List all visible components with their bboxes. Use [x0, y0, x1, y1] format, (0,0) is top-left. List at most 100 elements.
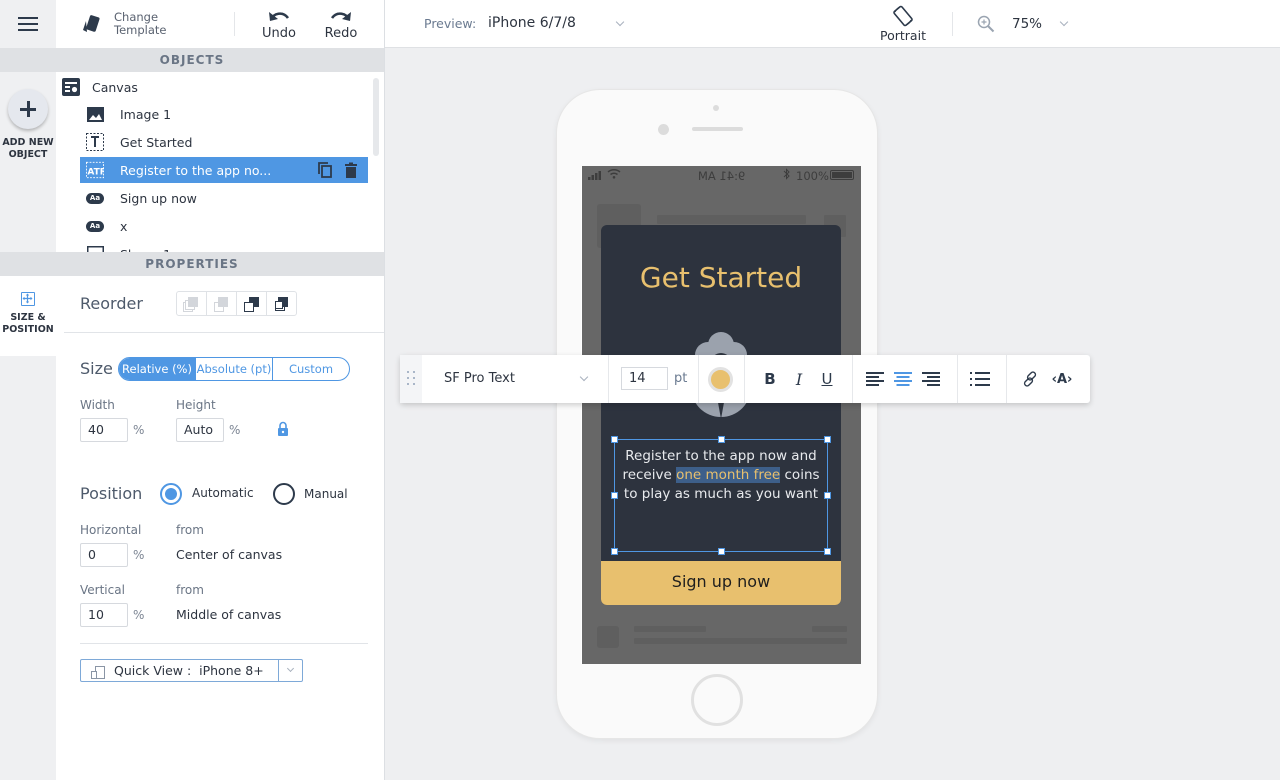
- font-family-select[interactable]: SF Pro Text: [422, 355, 608, 403]
- status-time: 9:41 AM: [698, 169, 746, 183]
- size-mode-relative[interactable]: Relative (%): [119, 358, 196, 380]
- horizontal-input[interactable]: 0: [80, 543, 128, 567]
- toolbar-divider: [698, 355, 699, 403]
- canvas-icon: [62, 78, 80, 96]
- object-item-get-started[interactable]: Get Started: [80, 129, 368, 155]
- font-size-input[interactable]: 14: [621, 367, 668, 390]
- object-label: x: [120, 218, 128, 234]
- object-item-image[interactable]: Image 1: [80, 101, 368, 127]
- preview-device-select[interactable]: iPhone 6/7/8: [488, 11, 628, 37]
- text-color-swatch[interactable]: [708, 367, 733, 392]
- height-input[interactable]: Auto: [176, 418, 224, 442]
- height-unit: %: [229, 423, 241, 437]
- resize-handle-ne[interactable]: [824, 436, 831, 443]
- chevron-down-icon: [579, 372, 589, 382]
- quick-view-select[interactable]: Quick View : iPhone 8+: [80, 659, 303, 682]
- object-label: Register to the app no...: [120, 162, 272, 178]
- insert-variable-button[interactable]: ‹A›: [1048, 367, 1076, 391]
- object-item-x[interactable]: Aa x: [80, 213, 368, 239]
- sign-up-now-button[interactable]: Sign up now: [601, 561, 841, 605]
- move-arrows-icon: [21, 292, 35, 306]
- link-icon: [1023, 371, 1037, 387]
- align-left-button[interactable]: [863, 367, 887, 391]
- resize-handle-e[interactable]: [824, 492, 831, 499]
- drag-handle-icon[interactable]: [400, 355, 422, 403]
- vertical-input[interactable]: 10: [80, 603, 128, 627]
- link-button[interactable]: [1018, 367, 1042, 391]
- phone-camera: [658, 124, 669, 135]
- position-label: Position: [80, 484, 143, 503]
- position-manual-radio[interactable]: [273, 483, 295, 505]
- font-family-value: SF Pro Text: [444, 371, 515, 386]
- resize-handle-n[interactable]: [718, 436, 725, 443]
- align-center-icon: [894, 372, 912, 386]
- objects-section-header: OBJECTS: [0, 48, 384, 72]
- position-automatic-radio[interactable]: [160, 483, 182, 505]
- size-tab-label-2: POSITION: [2, 324, 54, 335]
- font-size-unit: pt: [674, 371, 688, 386]
- status-bar: 9:41 AM 100%: [582, 166, 861, 184]
- zoom-level-select[interactable]: 75%: [1012, 11, 1072, 37]
- object-item-shape[interactable]: Shape 1: [80, 241, 368, 252]
- bold-icon: B: [764, 370, 776, 388]
- width-input[interactable]: 40: [80, 418, 128, 442]
- change-template-label-2: Template: [114, 23, 167, 37]
- resize-handle-w[interactable]: [611, 492, 618, 499]
- send-backward-button[interactable]: [207, 292, 237, 315]
- align-right-button[interactable]: [919, 367, 943, 391]
- height-label: Height: [176, 398, 216, 412]
- size-tab-label-1: SIZE &: [10, 312, 46, 323]
- rotate-device-icon: [893, 5, 913, 27]
- orientation-button[interactable]: Portrait: [873, 0, 933, 48]
- left-panel: Change Template Undo Redo OBJECTS ADD NE…: [0, 0, 385, 780]
- placeholder-line: [657, 215, 806, 224]
- modal-title[interactable]: Get Started: [601, 261, 841, 294]
- size-mode-absolute[interactable]: Absolute (pt): [196, 358, 273, 380]
- object-item-register-text[interactable]: ATF Register to the app no...: [80, 157, 368, 183]
- send-to-back-button[interactable]: [177, 292, 207, 315]
- chevron-down-icon: [1059, 17, 1069, 27]
- selection-box: [611, 436, 831, 555]
- undo-button[interactable]: Undo: [258, 0, 300, 48]
- width-label: Width: [80, 398, 115, 412]
- resize-handle-se[interactable]: [824, 548, 831, 555]
- image-icon: [86, 105, 104, 123]
- toolbar-divider: [957, 355, 958, 403]
- horizontal-unit: %: [133, 548, 145, 562]
- object-item-sign-up-now[interactable]: Aa Sign up now: [80, 185, 368, 211]
- resize-handle-sw[interactable]: [611, 548, 618, 555]
- reorder-label: Reorder: [80, 294, 143, 313]
- preview-device-value: iPhone 6/7/8: [488, 15, 576, 31]
- bring-to-front-button[interactable]: [267, 292, 296, 315]
- redo-icon: [330, 12, 351, 21]
- underline-button[interactable]: U: [815, 367, 839, 391]
- align-right-icon: [922, 372, 940, 386]
- bullet-list-button[interactable]: [968, 367, 992, 391]
- bring-forward-button[interactable]: [237, 292, 267, 315]
- preview-toolbar: Preview: iPhone 6/7/8 Portrait 75%: [385, 0, 1280, 48]
- add-new-object-button[interactable]: ADD NEW OBJECT: [0, 72, 56, 161]
- change-template-button[interactable]: Change Template: [80, 0, 166, 48]
- vertical-from-value: Middle of canvas: [176, 607, 282, 622]
- toolbar-divider: [608, 355, 609, 403]
- redo-button[interactable]: Redo: [320, 0, 362, 48]
- main-menu-button[interactable]: [0, 0, 56, 48]
- trash-icon[interactable]: [342, 161, 360, 179]
- bold-button[interactable]: B: [758, 367, 782, 391]
- resize-handle-nw[interactable]: [611, 436, 618, 443]
- size-mode-custom[interactable]: Custom: [273, 358, 349, 380]
- object-item-canvas[interactable]: Canvas: [60, 74, 348, 100]
- chevron-down-icon[interactable]: [278, 660, 302, 681]
- placeholder-line: [634, 638, 847, 644]
- duplicate-icon[interactable]: [316, 161, 334, 179]
- home-button[interactable]: [691, 674, 743, 726]
- objects-scrollbar[interactable]: [373, 78, 379, 156]
- toolbar-divider: [852, 355, 853, 403]
- divider: [64, 332, 384, 333]
- zoom-in-icon[interactable]: [977, 15, 995, 33]
- lock-icon[interactable]: [277, 421, 289, 437]
- resize-handle-s[interactable]: [718, 548, 725, 555]
- align-center-button[interactable]: [891, 367, 915, 391]
- size-position-tab[interactable]: SIZE & POSITION: [0, 276, 56, 356]
- italic-button[interactable]: I: [787, 367, 811, 391]
